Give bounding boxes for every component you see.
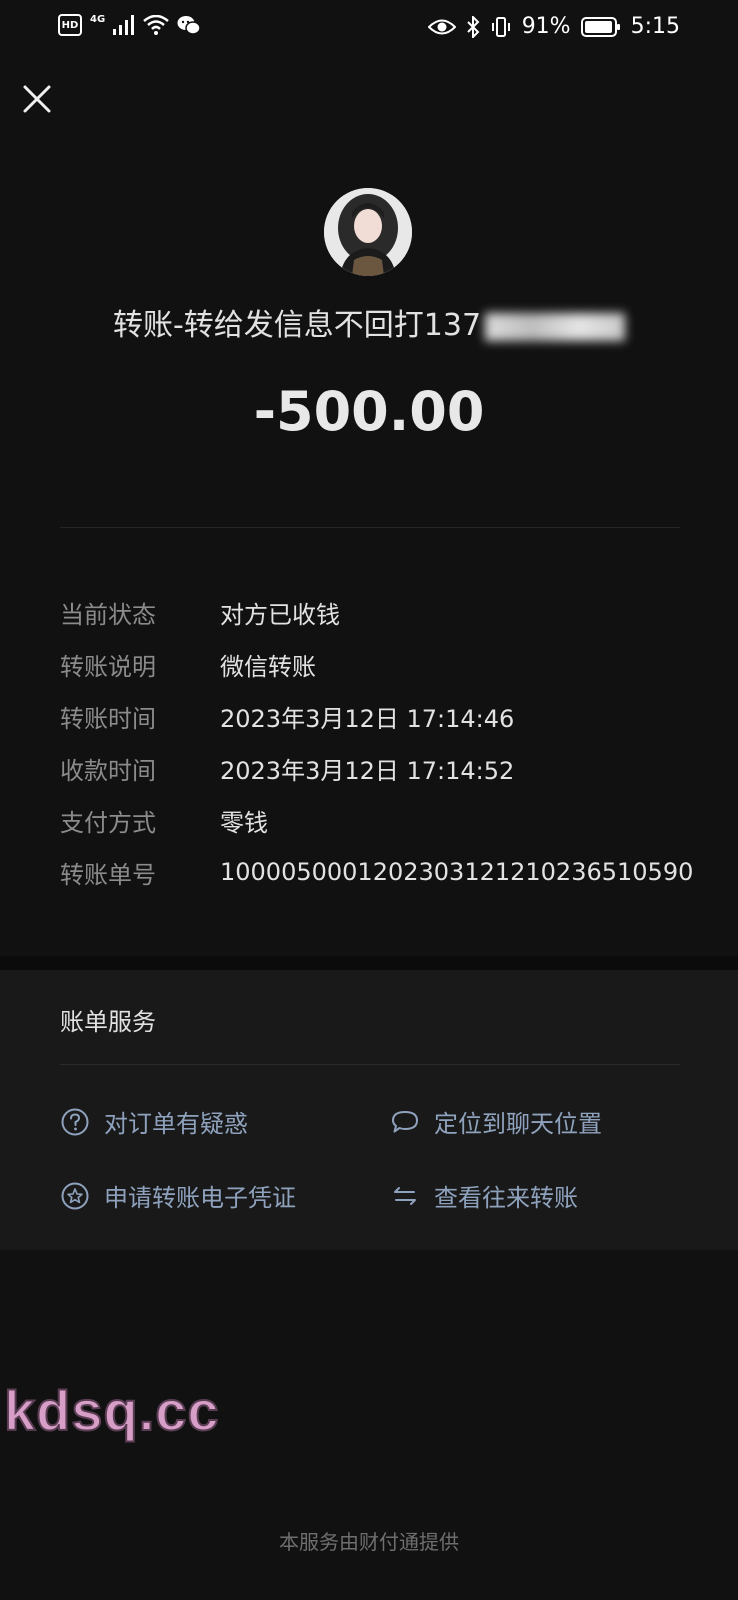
vibrate-icon [491, 16, 510, 37]
transfer-title-text: 转账-转给发信息不回打137 [112, 308, 482, 343]
divider [60, 527, 680, 528]
signal-icon [113, 15, 135, 35]
status-bar-left: HD 4G [58, 14, 201, 36]
status-bar: HD 4G 91% 5:15 [0, 0, 738, 56]
question-circle-icon [61, 1108, 89, 1135]
detail-value: 微信转账 [220, 652, 316, 681]
network-type: 4G [90, 13, 106, 25]
detail-value: 零钱 [220, 808, 268, 837]
clock-time: 5:15 [630, 14, 680, 39]
detail-row-receive-time: 收款时间 2023年3月12日 17:14:52 [60, 742, 710, 794]
detail-label: 支付方式 [60, 808, 156, 837]
eye-icon [427, 19, 456, 34]
chat-bubble-icon [392, 1110, 418, 1132]
transfer-amount: -500.00 [253, 380, 485, 443]
detail-row-payment-method: 支付方式 零钱 [60, 794, 710, 846]
detail-value: 2023年3月12日 17:14:52 [220, 756, 515, 785]
detail-label: 转账时间 [60, 704, 156, 733]
bluetooth-icon [466, 15, 480, 38]
avatar[interactable] [324, 188, 412, 276]
section-separator [0, 956, 738, 970]
star-circle-icon [61, 1182, 89, 1209]
detail-value[interactable]: 1000050001202303121210236510590 [220, 858, 693, 886]
wechat-icon [177, 16, 201, 35]
detail-row-note: 转账说明 微信转账 [60, 638, 710, 690]
transfer-title: 转账-转给发信息不回打137 [0, 300, 738, 344]
status-bar-right: 91% 5:15 [427, 14, 680, 39]
close-icon[interactable] [22, 84, 52, 114]
wifi-icon [143, 15, 169, 35]
detail-label: 收款时间 [60, 756, 156, 785]
order-question-label: 对订单有疑惑 [104, 1110, 248, 1138]
locate-chat-button[interactable]: 定位到聊天位置 [390, 1104, 602, 1139]
order-question-button[interactable]: 对订单有疑惑 [60, 1104, 248, 1139]
view-transfers-label: 查看往来转账 [434, 1184, 578, 1212]
avatar-image [324, 188, 412, 276]
detail-label: 转账说明 [60, 652, 156, 681]
detail-label: 当前状态 [60, 600, 156, 629]
redaction-blur [485, 312, 626, 341]
divider [60, 1064, 680, 1065]
footer-provider-text: 本服务由财付通提供 [279, 1530, 459, 1554]
detail-row-order-number: 转账单号 1000050001202303121210236510590 [60, 846, 710, 898]
view-transfers-button[interactable]: 查看往来转账 [390, 1178, 578, 1213]
request-voucher-button[interactable]: 申请转账电子凭证 [60, 1178, 296, 1213]
battery-icon [580, 16, 620, 37]
swap-arrows-icon [394, 1186, 416, 1205]
detail-label: 转账单号 [60, 860, 156, 889]
detail-row-status: 当前状态 对方已收钱 [60, 586, 710, 638]
locate-chat-label: 定位到聊天位置 [434, 1110, 602, 1138]
battery-percent: 91% [521, 14, 571, 39]
hd-icon: HD [58, 14, 82, 36]
detail-value: 对方已收钱 [220, 600, 340, 629]
detail-row-transfer-time: 转账时间 2023年3月12日 17:14:46 [60, 690, 710, 742]
details-list: 当前状态 对方已收钱 转账说明 微信转账 转账时间 2023年3月12日 17:… [60, 586, 710, 898]
bill-services-title: 账单服务 [60, 1008, 156, 1036]
detail-value: 2023年3月12日 17:14:46 [220, 704, 515, 733]
request-voucher-label: 申请转账电子凭证 [104, 1184, 296, 1212]
watermark: kdsq.cc [3, 1378, 220, 1443]
